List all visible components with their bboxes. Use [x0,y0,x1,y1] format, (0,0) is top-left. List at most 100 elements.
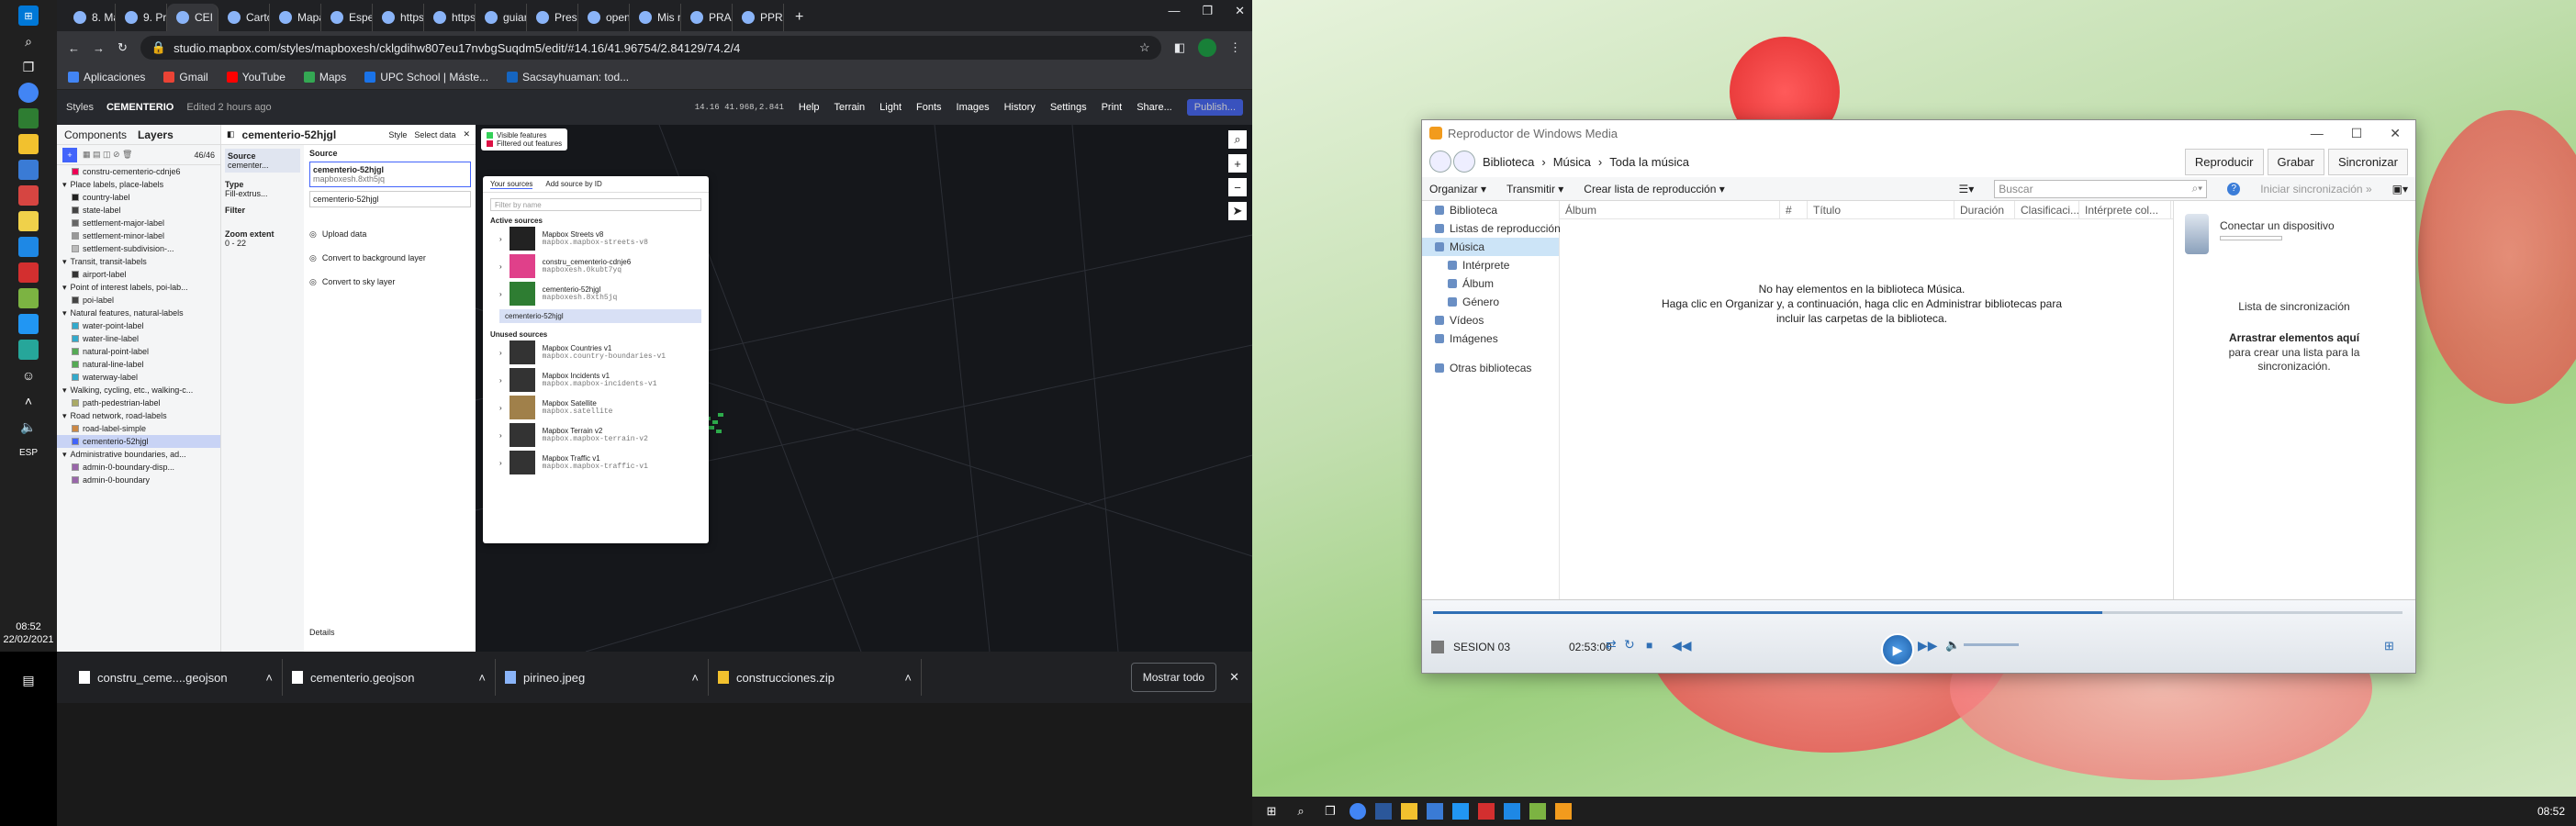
zoom-in-button[interactable]: + [1228,154,1247,173]
acrobat-icon[interactable] [1478,803,1495,820]
view-options-icon[interactable]: ☰▾ [1958,183,1974,195]
search-icon[interactable]: ⌕ [18,31,39,51]
source-row[interactable]: › constru_cementerio-cdnje6 mapboxesh.0kub… [483,252,709,280]
menu-fonts[interactable]: Fonts [916,102,942,113]
layer-item[interactable]: water-line-label [57,332,220,345]
chevron-down-icon[interactable]: ▾ [62,257,67,267]
layer-item[interactable]: path-pedestrian-label [57,396,220,409]
photos-icon[interactable] [1452,803,1469,820]
word-icon[interactable] [1375,803,1392,820]
notes-icon[interactable] [18,211,39,231]
nav-item[interactable]: Listas de reproducción [1422,219,1561,238]
search-input[interactable]: Buscar ⌕▾ [1994,179,2208,198]
nav-item[interactable]: Vídeos [1422,311,1559,329]
tab-sincronizar[interactable]: Sincronizar [2327,148,2408,175]
menu-publish[interactable]: Publish... [1186,99,1243,116]
chevron-right-icon[interactable]: › [499,262,502,271]
volume-slider[interactable] [1964,643,2019,646]
menu-help[interactable]: Help [799,102,820,113]
chevron-right-icon[interactable]: › [499,349,502,357]
chrome-icon[interactable] [1350,803,1366,820]
chevron-right-icon[interactable]: › [499,459,502,467]
layer-item[interactable]: settlement-major-label [57,217,220,229]
add-source-tab[interactable]: Add source by ID [545,180,601,188]
source-layer-selector[interactable]: cementerio-52hjgl [309,191,471,207]
layer-item[interactable]: cementerio-52hjgl [57,435,220,448]
layer-item[interactable]: admin-0-boundary-disp... [57,461,220,474]
breadcrumb-item[interactable]: Toda la música [1609,155,1689,169]
add-layer-button[interactable]: + [62,147,77,162]
qgis-icon[interactable] [1529,803,1546,820]
show-all-button[interactable]: Mostrar todo [1130,663,1217,692]
browser-tab[interactable]: PPRAC [733,4,784,31]
stop-icon[interactable]: ■ [1646,639,1652,652]
menu-terrain[interactable]: Terrain [834,102,866,113]
filter-sources-input[interactable]: Filter by name [490,198,701,211]
bookmark-item[interactable]: UPC School | Máste... [364,71,488,84]
sync-start[interactable]: Iniciar sincronización » [2260,183,2371,195]
tab-reproducir[interactable]: Reproducir [2184,148,2264,175]
menu-icon[interactable]: ⋮ [1229,40,1241,55]
reload-icon[interactable]: ↻ [118,40,128,55]
layer-group[interactable]: ▾ Transit, transit-labels [57,255,220,268]
source-row[interactable]: › Mapbox Streets v8 mapbox.mapbox-streets-… [483,225,709,252]
layer-group[interactable]: ▾ Point of interest labels, poi-lab... [57,281,220,294]
column-header[interactable]: # [1780,200,1808,219]
source-short[interactable]: cementer... [228,161,297,170]
play-button[interactable]: ▶ [1881,633,1914,666]
star-icon[interactable]: ☆ [1139,40,1150,55]
folder-icon[interactable] [18,134,39,154]
nav-item[interactable]: Imágenes [1422,329,1559,348]
browser-tab[interactable]: Mis m [630,4,681,31]
chevron-down-icon[interactable]: ▾ [62,385,67,396]
next-icon[interactable]: ▶▶ [1918,638,1938,653]
filter-label[interactable]: Filter [225,206,300,215]
select-data-tab[interactable]: Select data [414,130,455,140]
people-icon[interactable]: ☺ [18,365,39,385]
details-toggle[interactable]: Details [309,628,335,637]
album-art-icon[interactable] [1431,641,1444,653]
layer-group[interactable]: ▾ Natural features, natural-labels [57,307,220,319]
help-icon[interactable]: ? [2227,182,2241,195]
nav-item[interactable]: Música [1422,238,1559,256]
layer-item[interactable]: airport-label [57,268,220,281]
back-icon[interactable]: ← [68,41,80,55]
photos-icon[interactable] [18,314,39,334]
chrome-icon[interactable] [18,83,39,103]
type-value[interactable]: Fill-extrus... [225,189,300,198]
menu-images[interactable]: Images [957,102,990,113]
layer-item[interactable]: settlement-minor-label [57,229,220,242]
download-item[interactable]: cementerio.geojson ˄ [283,659,496,696]
layer-group[interactable]: ▾ Walking, cycling, etc., walking-c... [57,384,220,396]
layer-group[interactable]: ▾ Place labels, place-labels [57,178,220,191]
close-downloads-icon[interactable]: ✕ [1229,670,1239,685]
source-row[interactable]: › Mapbox Satellite mapbox.satellite [483,394,709,421]
chevron-up-icon[interactable]: ˄ [18,391,39,411]
styles-link[interactable]: Styles [66,102,94,113]
back-icon[interactable] [1429,151,1451,173]
column-header[interactable]: Intérprete col... [2079,200,2171,219]
source-selector[interactable]: cementerio-52hjgl mapboxesh.8xth5jq [309,162,471,187]
map-search-icon[interactable]: ⌕ [1228,130,1247,149]
minimize-icon[interactable]: — [2311,126,2324,141]
chevron-down-icon[interactable]: ▾ [62,411,67,421]
menu-history[interactable]: History [1004,102,1036,113]
mail-icon[interactable] [18,185,39,206]
action-2[interactable]: ◎ Convert to sky layer [309,270,471,294]
browser-tab[interactable]: CEI [167,4,218,31]
close-icon[interactable]: ✕ [1235,4,1245,18]
layer-group[interactable]: ▾ Administrative boundaries, ad... [57,448,220,461]
app-icon[interactable] [18,340,39,360]
chevron-down-icon[interactable]: ▾ [62,283,67,293]
chevron-right-icon[interactable]: › [499,235,502,243]
layer-item[interactable]: country-label [57,191,220,204]
taskbar-clock[interactable]: 08:52 22/02/2021 [0,620,57,646]
style-name[interactable]: CEMENTERIO [106,102,174,113]
restore-icon[interactable]: ❐ [1202,4,1213,18]
crear-lista-menu[interactable]: Crear lista de reproducción ▾ [1584,183,1724,195]
store-icon[interactable] [1427,803,1443,820]
source-row[interactable]: › Mapbox Incidents v1 mapbox.mapbox-incide… [483,366,709,394]
chevron-up-icon[interactable]: ˄ [478,671,486,685]
acrobat-icon[interactable] [18,262,39,283]
wmp-taskbar-icon[interactable] [1555,803,1572,820]
